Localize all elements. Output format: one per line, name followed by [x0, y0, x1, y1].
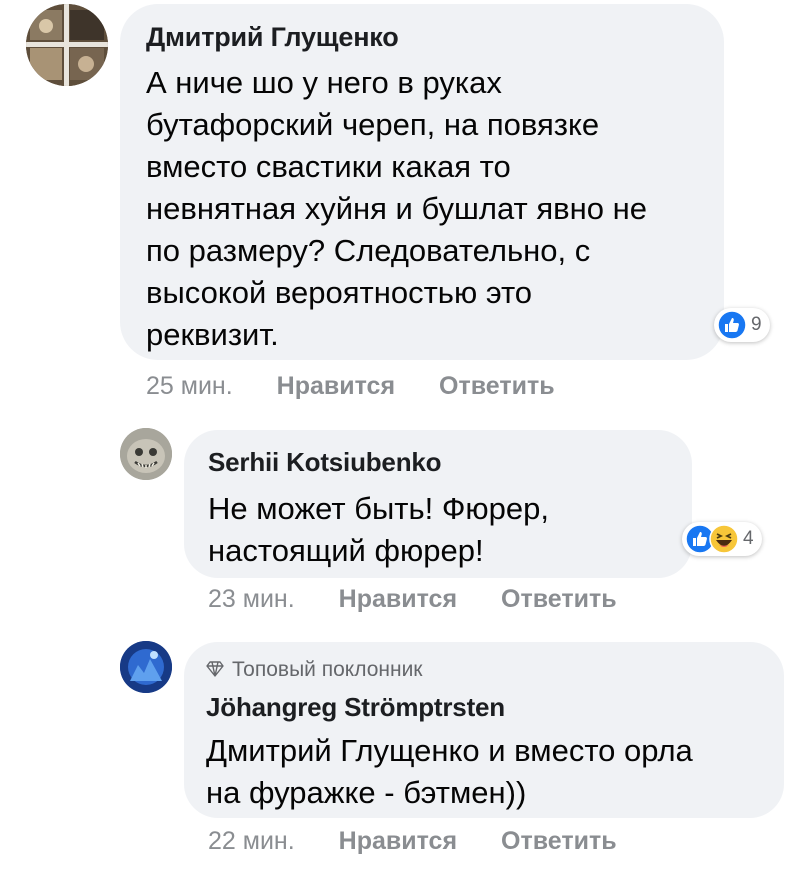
reactions-summary[interactable]: 9 [714, 308, 770, 342]
like-icon [717, 310, 747, 340]
like-button[interactable]: Нравится [339, 827, 457, 856]
comment-author[interactable]: Jöhangreg Strömptrsten [206, 692, 505, 723]
avatar-dmitriy[interactable] [26, 4, 108, 86]
avatar-johangreg[interactable] [120, 641, 172, 693]
comment-meta: 23 мин. Нравится Ответить [208, 585, 617, 614]
comment-bubble: Дмитрий Глущенко А ниче шо у него в рука… [120, 4, 724, 360]
like-button[interactable]: Нравится [277, 372, 395, 401]
comment-meta: 25 мин. Нравится Ответить [146, 372, 555, 401]
badge-label: Топовый поклонник [232, 658, 423, 681]
reply-button[interactable]: Ответить [501, 585, 617, 614]
comment-meta: 22 мин. Нравится Ответить [208, 827, 617, 856]
comment-text: Не может быть! Фюрер, настоящий фюрер! [208, 491, 549, 568]
comment-bubble: Serhii Kotsiubenko Не может быть! Фюрер,… [184, 430, 692, 578]
comment-text: А ниче шо у него в руках бутафорский чер… [146, 65, 647, 352]
reactions-summary[interactable]: 4 [682, 522, 762, 556]
comment-author[interactable]: Дмитрий Глущенко [146, 22, 399, 53]
haha-icon [709, 524, 739, 554]
comment-time[interactable]: 23 мин. [208, 585, 295, 614]
comment-time[interactable]: 22 мин. [208, 827, 295, 856]
reply-button[interactable]: Ответить [501, 827, 617, 856]
reply-button[interactable]: Ответить [439, 372, 555, 401]
diamond-icon [206, 659, 224, 677]
comment-text: Дмитрий Глущенко и вместо орла на фуражк… [206, 733, 693, 810]
avatar-serhii[interactable] [120, 428, 172, 480]
comment-bubble: Топовый поклонник Jöhangreg Strömptrsten… [184, 642, 784, 818]
reaction-count: 4 [743, 528, 754, 549]
like-button[interactable]: Нравится [339, 585, 457, 614]
comment-author[interactable]: Serhii Kotsiubenko [208, 447, 442, 478]
reaction-count: 9 [751, 314, 762, 335]
top-fan-badge: Топовый поклонник [206, 658, 423, 682]
comment-time[interactable]: 25 мин. [146, 372, 233, 401]
